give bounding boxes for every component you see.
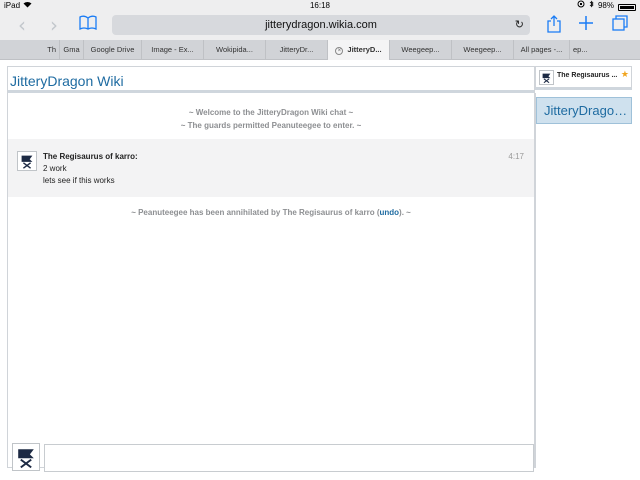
avatar[interactable]	[12, 443, 40, 471]
message-text: 2 work	[43, 164, 67, 173]
avatar[interactable]	[539, 70, 554, 85]
message-text: lets see if this works	[43, 176, 115, 185]
chat-message: The Regisaurus of karro: 4:17 2 work let…	[8, 139, 534, 197]
sidebar-item-room[interactable]: JitteryDragon Wiki	[536, 97, 632, 124]
tab[interactable]: ep...	[570, 40, 600, 60]
url-text: jitterydragon.wikia.com	[265, 19, 377, 31]
bluetooth-icon	[589, 0, 594, 12]
battery-icon	[618, 3, 636, 11]
sidebar-room-list: JitteryDragon Wiki	[535, 93, 632, 468]
tab-strip: Th Gma Google Drive Image - Ex... Wokipi…	[0, 40, 640, 60]
lock-rotation-icon	[577, 0, 585, 12]
tab-active[interactable]: × JitteryD...	[328, 40, 390, 60]
chat-header: JitteryDragon Wiki	[8, 67, 534, 93]
battery-percent: 98%	[597, 1, 614, 10]
undo-link[interactable]: undo	[379, 208, 399, 217]
sidebar-username[interactable]: The Regisaurus ...	[557, 72, 623, 79]
back-icon[interactable]: ‹	[12, 15, 32, 35]
forward-icon[interactable]: ›	[44, 15, 64, 35]
tab[interactable]: Gma	[60, 40, 84, 60]
pirate-flag-icon	[542, 73, 551, 84]
close-tab-icon[interactable]: ×	[335, 47, 344, 55]
tab[interactable]: Google Drive	[84, 40, 142, 60]
welcome-alert: ~ Welcome to the JitteryDragon Wiki chat…	[188, 108, 354, 117]
wiki-title[interactable]: JitteryDragon Wiki	[10, 73, 124, 89]
bookmarks-icon[interactable]	[78, 15, 98, 35]
page-content: JitteryDragon Wiki ~ Welcome to the Jitt…	[0, 61, 640, 480]
pirate-flag-icon	[18, 449, 34, 469]
clock: 16:18	[309, 1, 331, 10]
tab[interactable]: Weegeep...	[452, 40, 514, 60]
chat-window: JitteryDragon Wiki ~ Welcome to the Jitt…	[7, 66, 535, 472]
tab[interactable]: Th	[0, 40, 60, 60]
tab[interactable]: Wokipida...	[204, 40, 266, 60]
chat-input-row	[8, 441, 534, 472]
new-tab-icon[interactable]	[576, 15, 596, 35]
sidebar-user[interactable]: The Regisaurus ... ★	[535, 66, 632, 90]
tab[interactable]: Image - Ex...	[142, 40, 204, 60]
join-alert: ~ The guards permitted Peanuteegee to en…	[180, 121, 362, 130]
reload-icon[interactable]: ↻	[515, 15, 524, 35]
chat-messages[interactable]: ~ Welcome to the JitteryDragon Wiki chat…	[8, 96, 534, 441]
address-bar[interactable]: jitterydragon.wikia.com ↻	[112, 15, 530, 35]
tab[interactable]: All pages -...	[514, 40, 570, 60]
status-bar: iPad 16:18 98%	[0, 0, 640, 12]
tab[interactable]: Weegeep...	[390, 40, 452, 60]
battery-fill	[620, 5, 634, 9]
tabs-icon[interactable]	[610, 15, 630, 35]
share-icon[interactable]	[544, 15, 564, 35]
pirate-flag-icon	[21, 155, 33, 169]
chat-input[interactable]	[44, 444, 534, 472]
message-timestamp: 4:17	[508, 152, 524, 161]
tab[interactable]: JitteryDr...	[266, 40, 328, 60]
browser-toolbar: ‹ › jitterydragon.wikia.com ↻	[0, 12, 640, 40]
star-icon: ★	[620, 70, 629, 80]
message-username[interactable]: The Regisaurus of karro:	[43, 152, 138, 161]
avatar[interactable]	[17, 151, 37, 171]
kick-alert: ~ Peanuteegee has been annihilated by Th…	[131, 208, 411, 217]
